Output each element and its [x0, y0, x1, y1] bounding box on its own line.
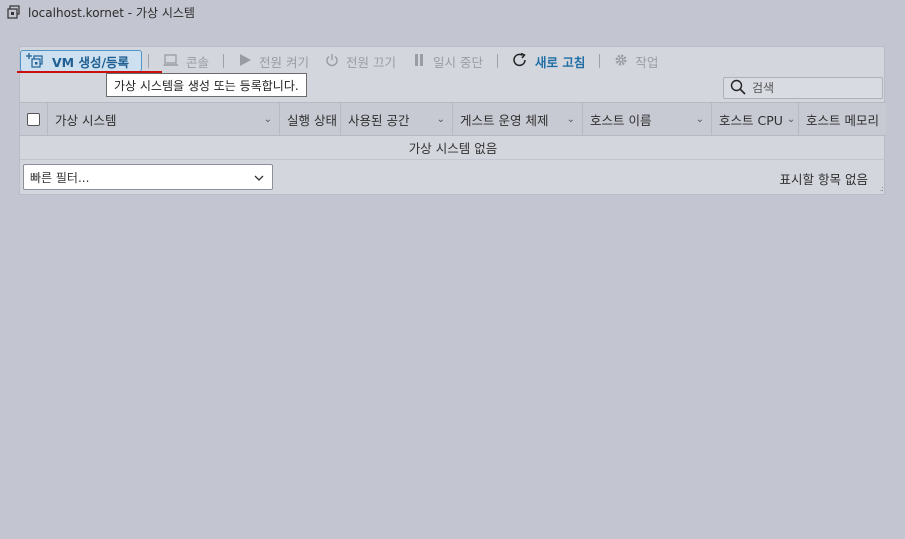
refresh-icon [512, 52, 528, 71]
create-vm-tooltip: 가상 시스템을 생성 또는 등록합니다. [106, 73, 307, 97]
console-label: 콘솔 [186, 54, 210, 70]
create-register-vm-label: VM 생성/등록 [52, 54, 130, 70]
suspend-label: 일시 중단 [433, 54, 483, 70]
create-vm-icon [25, 52, 45, 71]
power-off-button[interactable]: 전원 끄기 [317, 50, 404, 72]
toolbar-separator [223, 54, 225, 68]
column-header-host-cpu[interactable]: 호스트 CPU ⌄ [712, 103, 799, 135]
actions-button[interactable]: 작업 [606, 50, 666, 72]
chevron-down-icon [254, 170, 264, 184]
power-on-label: 전원 켜기 [259, 54, 310, 70]
column-label: 게스트 운영 체제 [460, 112, 549, 128]
pause-icon [412, 53, 426, 70]
refresh-label: 새로 고침 [535, 54, 586, 70]
column-label: 호스트 CPU [719, 112, 783, 128]
gear-icon [614, 53, 628, 70]
power-on-button[interactable]: 전원 켜기 [230, 50, 317, 72]
power-icon [325, 53, 339, 70]
vm-panel: VM 생성/등록 콘솔 전원 켜기 전원 끄기 일시 중단 새로 고침 작업 가… [17, 46, 886, 196]
grid-footer: 빠른 필터... 표시할 항목 없음 .: [20, 160, 886, 196]
column-header-state[interactable]: 실행 상태 [280, 103, 341, 135]
quick-filter-dropdown[interactable]: 빠른 필터... [23, 164, 273, 190]
toolbar-separator [148, 54, 150, 68]
window-title: localhost.kornet - 가상 시스템 [28, 5, 195, 20]
actions-label: 작업 [635, 54, 659, 70]
console-button[interactable]: 콘솔 [155, 50, 217, 72]
vm-icon [7, 5, 21, 19]
column-label: 가상 시스템 [55, 112, 117, 128]
chevron-down-icon[interactable]: ⌄ [567, 114, 575, 125]
column-header-used-space[interactable]: 사용된 공간 ⌄ [341, 103, 453, 135]
column-label: 사용된 공간 [348, 112, 410, 128]
toolbar-separator [497, 54, 498, 68]
resize-grip-icon[interactable]: .: [880, 185, 884, 193]
column-header-host-memory[interactable]: 호스트 메모리 [799, 103, 886, 135]
column-label: 호스트 이름 [590, 112, 652, 128]
toolbar: VM 생성/등록 콘솔 전원 켜기 전원 끄기 일시 중단 새로 고침 작업 [20, 49, 886, 73]
select-all-cell [20, 103, 48, 135]
chevron-down-icon[interactable]: ⌄ [787, 114, 795, 125]
empty-grid-message: 가상 시스템 없음 [20, 136, 886, 160]
create-register-vm-button[interactable]: VM 생성/등록 [20, 50, 143, 72]
select-all-checkbox[interactable] [27, 112, 40, 126]
column-label: 실행 상태 [287, 112, 337, 128]
item-count-text: 표시할 항목 없음 [779, 172, 868, 187]
grid-header: 가상 시스템 ⌄ 실행 상태 사용된 공간 ⌄ 게스트 운영 체제 ⌄ 호스트 … [20, 102, 886, 136]
column-header-vm[interactable]: 가상 시스템 ⌄ [48, 103, 280, 135]
power-off-label: 전원 끄기 [346, 54, 397, 70]
chevron-down-icon[interactable]: ⌄ [437, 114, 445, 125]
search-box[interactable] [723, 77, 883, 99]
chevron-down-icon[interactable]: ⌄ [696, 114, 704, 125]
toolbar-separator [599, 54, 601, 68]
window-titlebar: localhost.kornet - 가상 시스템 [7, 4, 195, 20]
console-icon [163, 53, 179, 70]
column-header-host-name[interactable]: 호스트 이름 ⌄ [583, 103, 712, 135]
column-label: 호스트 메모리 [806, 112, 879, 128]
refresh-button[interactable]: 새로 고침 [504, 50, 593, 72]
play-icon [238, 53, 252, 70]
column-header-guest-os[interactable]: 게스트 운영 체제 ⌄ [453, 103, 583, 135]
quick-filter-label: 빠른 필터... [30, 170, 90, 185]
search-input[interactable] [752, 81, 872, 95]
search-icon [730, 79, 746, 98]
chevron-down-icon[interactable]: ⌄ [264, 114, 272, 125]
suspend-button[interactable]: 일시 중단 [404, 50, 491, 72]
